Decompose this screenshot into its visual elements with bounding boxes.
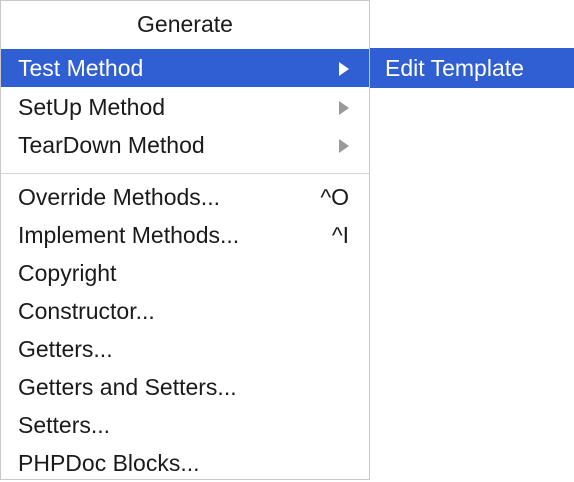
menu-item-shortcut: ^I bbox=[331, 222, 349, 248]
menu-item-label: Copyright bbox=[18, 260, 117, 286]
menu-item-copyright[interactable]: Copyright bbox=[1, 254, 369, 292]
menu-item-setters[interactable]: Setters... bbox=[1, 406, 369, 444]
menu-item-label: Constructor... bbox=[18, 298, 155, 324]
menu-item-label: SetUp Method bbox=[18, 94, 166, 120]
menu-item-label: Test Method bbox=[18, 55, 144, 81]
menu-item-teardown-method[interactable]: TearDown Method bbox=[1, 126, 369, 164]
menu-separator bbox=[1, 173, 369, 174]
menu-item-phpdoc-blocks[interactable]: PHPDoc Blocks... bbox=[1, 444, 369, 482]
generate-menu: Generate Test Method SetUp Method TearDo… bbox=[0, 0, 370, 480]
menu-item-setup-method[interactable]: SetUp Method bbox=[1, 88, 369, 126]
menu-item-label: Getters and Setters... bbox=[18, 374, 237, 400]
menu-item-shortcut: ^O bbox=[320, 184, 349, 210]
menu-item-getters-and-setters[interactable]: Getters and Setters... bbox=[1, 368, 369, 406]
menu-item-label: Setters... bbox=[18, 412, 111, 438]
menu-item-override-methods[interactable]: Override Methods... ^O bbox=[1, 178, 369, 216]
submenu-item-edit-template[interactable]: Edit Template bbox=[370, 48, 574, 88]
menu-item-label: Override Methods... bbox=[18, 184, 220, 210]
submenu-arrow-icon bbox=[339, 139, 349, 153]
test-method-submenu: Edit Template bbox=[370, 48, 574, 88]
submenu-arrow-icon bbox=[339, 101, 349, 115]
menu-item-getters[interactable]: Getters... bbox=[1, 330, 369, 368]
menu-item-test-method[interactable]: Test Method bbox=[1, 49, 369, 87]
menu-item-constructor[interactable]: Constructor... bbox=[1, 292, 369, 330]
menu-title: Generate bbox=[137, 11, 233, 37]
menu-item-implement-methods[interactable]: Implement Methods... ^I bbox=[1, 216, 369, 254]
menu-item-label: Getters... bbox=[18, 336, 113, 362]
menu-item-label: PHPDoc Blocks... bbox=[18, 450, 200, 476]
menu-item-label: TearDown Method bbox=[18, 132, 205, 158]
menu-item-label: Implement Methods... bbox=[18, 222, 240, 248]
submenu-arrow-icon bbox=[339, 62, 349, 76]
